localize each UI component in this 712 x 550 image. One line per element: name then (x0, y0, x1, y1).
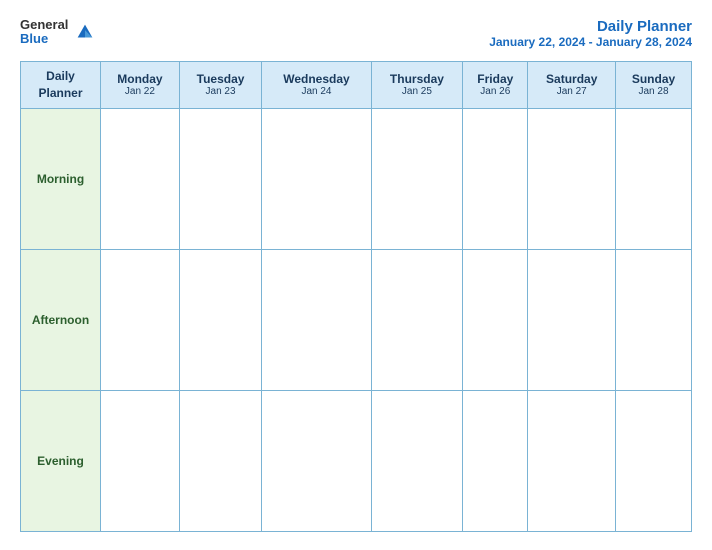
afternoon-sunday[interactable] (616, 249, 692, 390)
evening-label: Evening (21, 390, 101, 531)
morning-monday[interactable] (101, 108, 180, 249)
afternoon-tuesday[interactable] (179, 249, 261, 390)
thursday-date: Jan 25 (376, 86, 458, 97)
col-label-title: Daily Planner (25, 68, 96, 102)
logo-blue: Blue (20, 32, 68, 46)
evening-tuesday[interactable] (179, 390, 261, 531)
afternoon-friday[interactable] (463, 249, 528, 390)
evening-monday[interactable] (101, 390, 180, 531)
wednesday-date: Jan 24 (266, 86, 366, 97)
planner-date-range: January 22, 2024 - January 28, 2024 (489, 35, 692, 49)
monday-name: Monday (105, 72, 175, 86)
morning-tuesday[interactable] (179, 108, 261, 249)
col-header-sunday: Sunday Jan 28 (616, 62, 692, 109)
morning-sunday[interactable] (616, 108, 692, 249)
evening-row: Evening (21, 390, 692, 531)
col-header-tuesday: Tuesday Jan 23 (179, 62, 261, 109)
evening-saturday[interactable] (528, 390, 616, 531)
col-header-wednesday: Wednesday Jan 24 (262, 62, 371, 109)
thursday-name: Thursday (376, 72, 458, 86)
col-header-monday: Monday Jan 22 (101, 62, 180, 109)
evening-wednesday[interactable] (262, 390, 371, 531)
header: General Blue Daily Planner January 22, 2… (20, 18, 692, 49)
col-header-saturday: Saturday Jan 27 (528, 62, 616, 109)
sunday-date: Jan 28 (620, 86, 687, 97)
evening-friday[interactable] (463, 390, 528, 531)
afternoon-saturday[interactable] (528, 249, 616, 390)
calendar-table: Daily Planner Monday Jan 22 Tuesday Jan … (20, 61, 692, 532)
afternoon-label: Afternoon (21, 249, 101, 390)
friday-date: Jan 26 (467, 86, 523, 97)
logo-area: General Blue (20, 18, 96, 47)
morning-wednesday[interactable] (262, 108, 371, 249)
title-area: Daily Planner January 22, 2024 - January… (489, 18, 692, 49)
wednesday-name: Wednesday (266, 72, 366, 86)
col-header-friday: Friday Jan 26 (463, 62, 528, 109)
logo-icon (74, 21, 96, 43)
page: General Blue Daily Planner January 22, 2… (0, 0, 712, 550)
tuesday-name: Tuesday (184, 72, 257, 86)
logo-text: General Blue (20, 18, 68, 47)
tuesday-date: Jan 23 (184, 86, 257, 97)
friday-name: Friday (467, 72, 523, 86)
morning-thursday[interactable] (371, 108, 462, 249)
morning-label: Morning (21, 108, 101, 249)
afternoon-row: Afternoon (21, 249, 692, 390)
evening-thursday[interactable] (371, 390, 462, 531)
logo-general: General (20, 18, 68, 32)
morning-row: Morning (21, 108, 692, 249)
col-header-thursday: Thursday Jan 25 (371, 62, 462, 109)
header-row: Daily Planner Monday Jan 22 Tuesday Jan … (21, 62, 692, 109)
saturday-date: Jan 27 (532, 86, 611, 97)
morning-saturday[interactable] (528, 108, 616, 249)
saturday-name: Saturday (532, 72, 611, 86)
monday-date: Jan 22 (105, 86, 175, 97)
afternoon-monday[interactable] (101, 249, 180, 390)
afternoon-thursday[interactable] (371, 249, 462, 390)
sunday-name: Sunday (620, 72, 687, 86)
afternoon-wednesday[interactable] (262, 249, 371, 390)
planner-title: Daily Planner (489, 18, 692, 35)
morning-friday[interactable] (463, 108, 528, 249)
evening-sunday[interactable] (616, 390, 692, 531)
col-header-label: Daily Planner (21, 62, 101, 109)
